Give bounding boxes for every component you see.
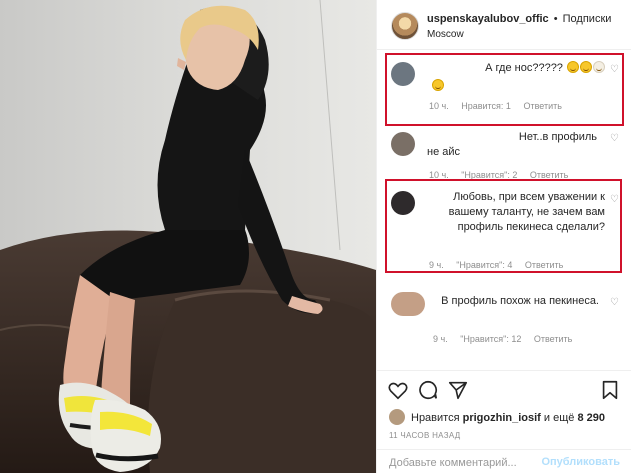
- heart-icon[interactable]: [387, 379, 409, 401]
- post-location[interactable]: Moscow: [427, 29, 464, 40]
- liker-username[interactable]: prigozhin_iosif: [463, 412, 541, 424]
- comment-input[interactable]: [389, 455, 559, 471]
- likes-prefix: Нравится: [411, 412, 460, 424]
- comment-time: 9 ч.: [433, 334, 448, 344]
- highlight-frame: [385, 179, 622, 273]
- likes-suffix: и ещё: [543, 412, 575, 424]
- share-icon[interactable]: [447, 379, 469, 401]
- comment-body: В профиль похож на пекинеса.: [431, 294, 599, 309]
- post-photo: [0, 0, 376, 473]
- author-avatar[interactable]: [391, 12, 419, 40]
- post-header: uspenskayalubov_offic • Подписки Moscow: [377, 0, 631, 50]
- following-button[interactable]: Подписки: [563, 13, 612, 25]
- comment-text-2-line: не айс: [427, 146, 461, 158]
- publish-button[interactable]: Опубликовать: [541, 456, 620, 468]
- likes-count[interactable]: 8 290: [577, 412, 605, 424]
- liker-avatar[interactable]: [389, 409, 405, 425]
- highlight-frame: [385, 53, 624, 126]
- comment-item: Нет..в профиль не айс 10 ч. "Нравится": …: [377, 126, 631, 180]
- post-side-panel: uspenskayalubov_offic • Подписки Moscow …: [376, 0, 631, 473]
- author-line: uspenskayalubov_offic • Подписки: [427, 13, 611, 25]
- post-timestamp: 11 ЧАСОВ НАЗАД: [389, 431, 461, 440]
- separator-dot: •: [553, 13, 558, 25]
- comment-like-icon[interactable]: ♡: [610, 298, 620, 308]
- comment-item: В профиль похож на пекинеса. 9 ч. "Нрави…: [377, 286, 631, 356]
- bookmark-icon[interactable]: [599, 379, 621, 401]
- commenter-avatar[interactable]: [391, 132, 415, 156]
- likes-summary: Нравится prigozhin_iosif и ещё 8 290: [389, 409, 605, 425]
- comment-like-icon[interactable]: ♡: [610, 134, 620, 144]
- comment-text-1-line: Нет..в профиль: [518, 131, 597, 143]
- photo-image: [0, 0, 376, 473]
- reply-button[interactable]: Ответить: [534, 334, 572, 344]
- comment-meta: 9 ч. "Нравится": 12 Ответить: [433, 334, 582, 344]
- comments-list: А где нос????? 10 ч. Нравится: 1 Ответит…: [377, 50, 631, 370]
- comment-likes[interactable]: "Нравится": 12: [460, 334, 521, 344]
- comment-text: В профиль похож на пекинеса.: [441, 295, 599, 307]
- action-bar: [387, 379, 622, 401]
- author-username[interactable]: uspenskayalubov_offic: [427, 13, 549, 25]
- comment-icon[interactable]: [417, 379, 439, 401]
- commenter-avatar[interactable]: [391, 292, 425, 316]
- add-comment-bar: Опубликовать: [377, 449, 631, 473]
- post-footer: Нравится prigozhin_iosif и ещё 8 290 11 …: [377, 370, 631, 473]
